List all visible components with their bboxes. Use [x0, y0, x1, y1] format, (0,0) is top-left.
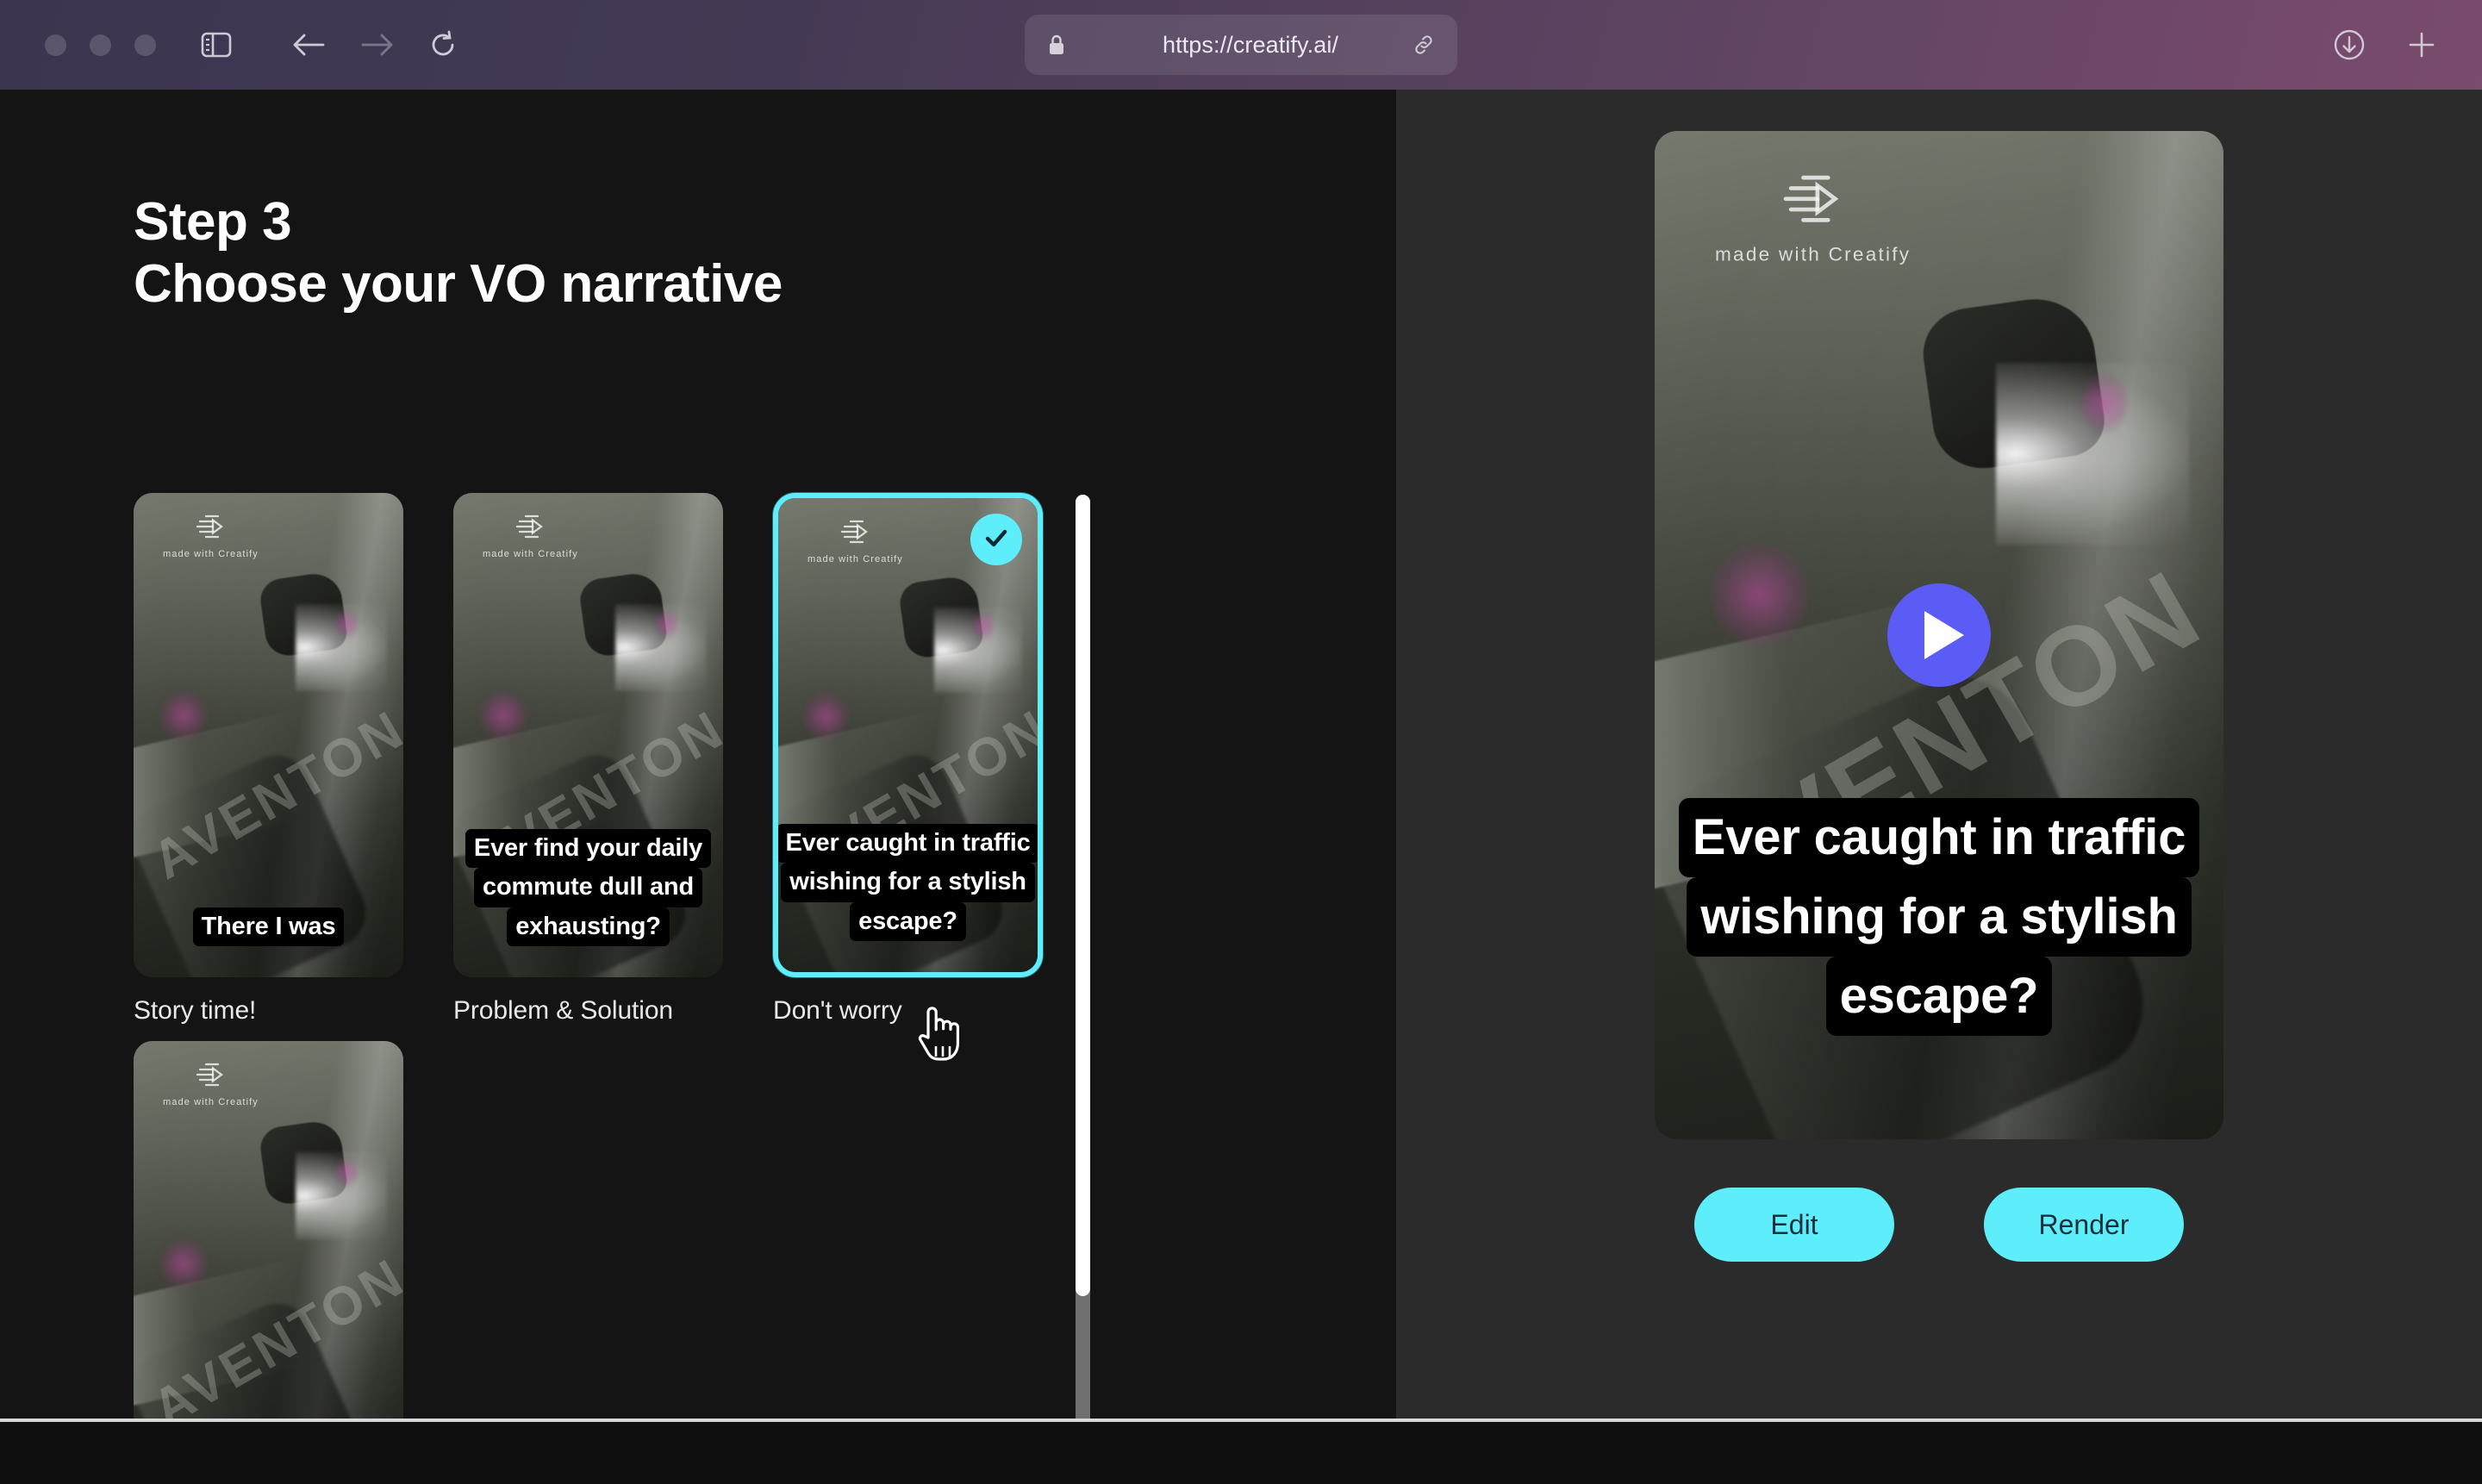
edit-button[interactable]: Edit [1694, 1188, 1894, 1262]
preview-caption-line: wishing for a stylish [1687, 876, 2192, 957]
sidebar-toggle-icon[interactable] [201, 31, 232, 59]
preview-action-row: Edit Render [1694, 1188, 2184, 1262]
watermark-text: made with Creatify [483, 549, 578, 559]
close-window-button[interactable] [45, 34, 66, 56]
narrative-card-label: Story time! [134, 996, 257, 1025]
creatify-logo-icon [840, 519, 870, 549]
card-caption-line: escape? [850, 901, 966, 941]
narrative-card-grid: AVENTON made with Creatify There I was S… [134, 493, 1082, 1484]
creatify-watermark: made with Creatify [483, 514, 578, 559]
scene-flare [1712, 544, 1809, 645]
card-caption-line: exhausting? [507, 907, 670, 946]
creatify-watermark: made with Creatify [808, 519, 903, 564]
video-preview[interactable]: AVENTON made with Creatify Ever caught i… [1655, 131, 2223, 1139]
narrative-card-label: Problem & Solution [453, 996, 674, 1025]
card-caption-block: Ever caught in traffic wishing for a styl… [778, 823, 1038, 941]
narrative-card[interactable]: AVENTON made with Creatify There I was S… [134, 493, 403, 1026]
scene-flare [804, 692, 849, 740]
page-bottom-bar [0, 1422, 2482, 1484]
card-caption-block: There I was [134, 907, 403, 946]
watermark-text: made with Creatify [163, 1097, 259, 1107]
scene-flare [160, 691, 207, 740]
creatify-watermark: made with Creatify [1715, 172, 1911, 266]
narrative-card-thumbnail[interactable]: AVENTON made with Creatify There I was [134, 493, 403, 977]
creatify-logo-icon [196, 514, 225, 544]
address-bar[interactable]: https://creatify.ai/ [1025, 15, 1457, 75]
play-button[interactable] [1887, 583, 1991, 687]
narrative-card-list: AVENTON made with Creatify There I was S… [134, 493, 1082, 1484]
video-preview-pane: AVENTON made with Creatify Ever caught i… [1396, 90, 2482, 1484]
creatify-logo-icon [515, 514, 545, 544]
scene-flare-small [335, 608, 358, 639]
url-text: https://creatify.ai/ [1162, 31, 1339, 58]
plus-icon[interactable] [2406, 29, 2437, 60]
creatify-logo-icon [1783, 172, 1843, 234]
page-viewport: Step 3 Choose your VO narrative AVENTON … [0, 90, 2482, 1484]
selected-check-badge [970, 514, 1022, 565]
reload-icon[interactable] [428, 30, 458, 59]
narrative-card-label: Don't worry [773, 996, 902, 1025]
creatify-logo-icon [196, 1062, 225, 1092]
card-caption-line: Ever caught in traffic [778, 823, 1038, 864]
arrow-right-icon[interactable] [359, 31, 396, 59]
creatify-watermark: made with Creatify [163, 514, 259, 559]
lock-icon [1047, 34, 1066, 56]
scene-flare-small [655, 608, 677, 639]
check-icon [982, 523, 1011, 557]
download-icon[interactable] [2332, 28, 2367, 62]
narrative-card-thumbnail[interactable]: AVENTON made with Creatify Ever caught i… [773, 493, 1043, 977]
toolbar-right-actions [2332, 28, 2451, 62]
link-icon[interactable] [1412, 34, 1435, 56]
browser-toolbar: https://creatify.ai/ [0, 0, 2482, 90]
vertical-scrollbar-track[interactable] [1076, 495, 1090, 1477]
narrative-card[interactable]: AVENTON made with Creatify Ever find you… [453, 493, 723, 1026]
scene-flare [160, 1239, 207, 1288]
scene-flare-small [335, 1157, 358, 1187]
arrow-left-icon[interactable] [290, 31, 327, 59]
minimize-window-button[interactable] [90, 34, 111, 56]
card-caption-line: Ever find your daily [465, 828, 712, 869]
scene-flare-small [972, 612, 994, 640]
maximize-window-button[interactable] [134, 34, 156, 56]
render-button[interactable]: Render [1984, 1188, 2184, 1262]
narrative-card-thumbnail[interactable]: AVENTON made with Creatify Ever find you… [453, 493, 723, 977]
narrative-selection-pane: Step 3 Choose your VO narrative AVENTON … [0, 90, 1396, 1484]
creatify-watermark: made with Creatify [163, 1062, 259, 1107]
page-title: Step 3 Choose your VO narrative [134, 192, 783, 314]
window-traffic-lights [45, 34, 156, 56]
card-caption-block: Ever find your daily commute dull and exha… [453, 828, 723, 946]
play-icon [1924, 611, 1964, 659]
narrative-card-thumbnail[interactable]: AVENTON made with Creatify [134, 1041, 403, 1484]
vertical-scrollbar-thumb[interactable] [1076, 495, 1090, 1296]
scene-flare-small [2081, 372, 2127, 433]
preview-caption-line: escape? [1825, 956, 2053, 1036]
card-caption-line: wishing for a stylish [781, 863, 1035, 902]
card-caption-line: commute dull and [474, 868, 702, 907]
narrative-card[interactable]: AVENTON made with Creatify [134, 1041, 403, 1484]
watermark-text: made with Creatify [1715, 245, 1911, 266]
preview-caption-line: Ever caught in traffic [1678, 797, 2200, 877]
narrative-card[interactable]: AVENTON made with Creatify Ever caught i… [773, 493, 1043, 1026]
preview-caption-block: Ever caught in traffic wishing for a styl… [1655, 797, 2223, 1036]
watermark-text: made with Creatify [808, 554, 903, 564]
scene-flare [480, 691, 527, 740]
browser-window: https://creatify.ai/ Step 3 Choose your … [0, 0, 2482, 1484]
card-caption-line: There I was [192, 907, 345, 946]
watermark-text: made with Creatify [163, 549, 259, 559]
